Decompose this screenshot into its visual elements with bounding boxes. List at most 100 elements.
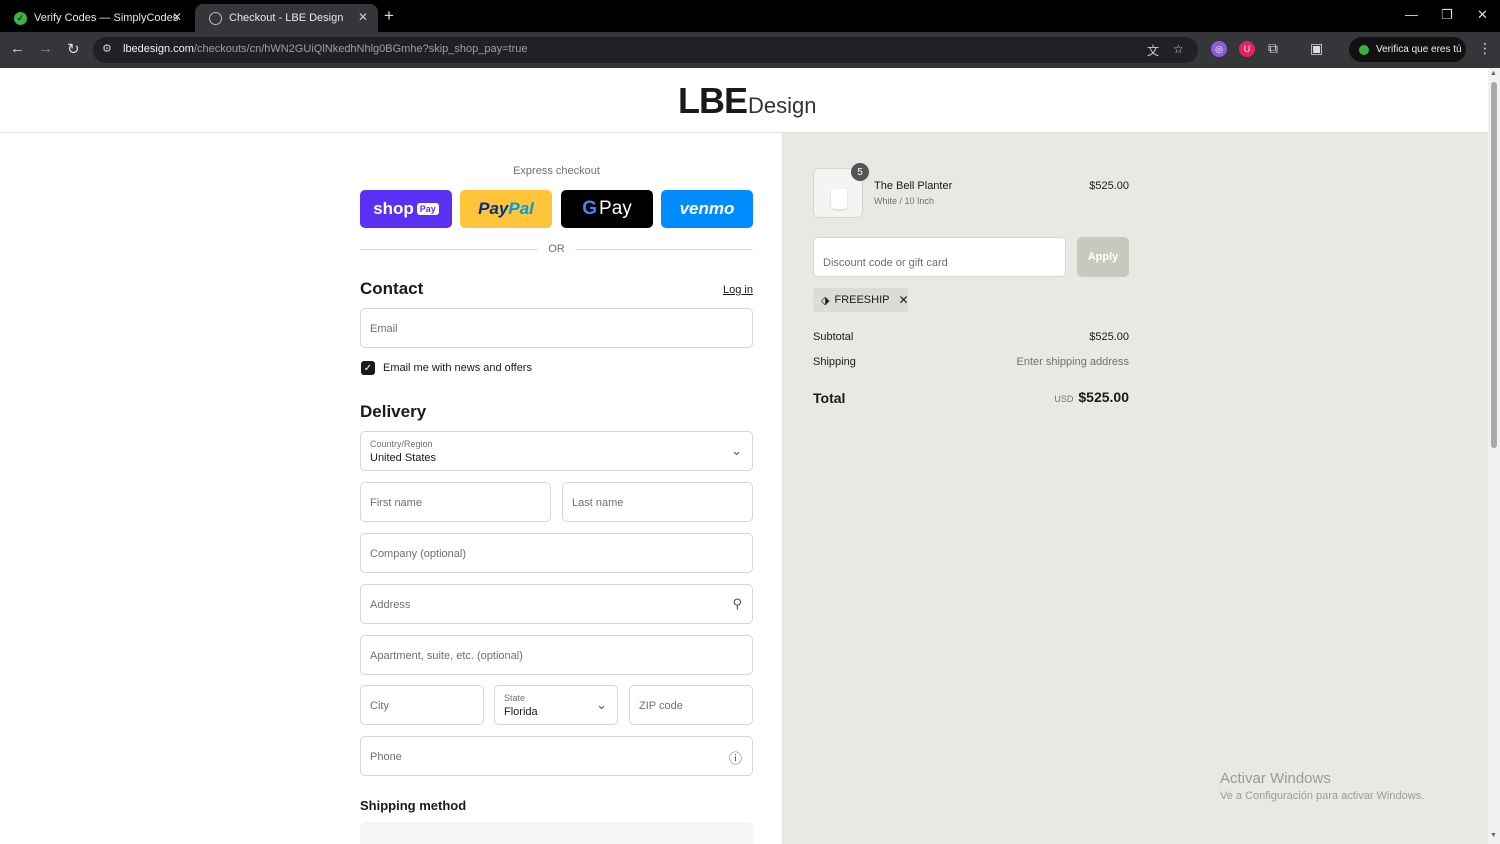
country-select[interactable]: Country/Region United States ⌄ [360, 431, 753, 471]
total-amount: $525.00 [1078, 389, 1129, 405]
city-placeholder: City [370, 700, 389, 712]
state-value: Florida [504, 706, 538, 718]
state-label: State [504, 693, 526, 703]
close-tab-icon[interactable]: ✕ [358, 10, 368, 24]
planter-image [831, 189, 847, 209]
page-scrollbar[interactable]: ▲ ▼ [1488, 68, 1500, 844]
store-header: LBE Design [0, 68, 1488, 133]
apartment-field[interactable]: Apartment, suite, etc. (optional) [360, 635, 753, 675]
or-divider-text: OR [548, 243, 565, 255]
bookmark-star-icon[interactable]: ☆ [1173, 42, 1184, 56]
total-value: USD $525.00 [960, 389, 1129, 405]
discount-placeholder: Discount code or gift card [823, 257, 948, 269]
scroll-down-icon[interactable]: ▼ [1490, 832, 1497, 839]
windows-activation-subtitle: Ve a Configuración para activar Windows. [1220, 790, 1425, 802]
close-window-icon[interactable]: ✕ [1477, 7, 1488, 23]
newsletter-label: Email me with news and offers [383, 362, 532, 374]
express-checkout-label: Express checkout [513, 165, 600, 177]
shipping-method-box [360, 822, 753, 844]
company-placeholder: Company (optional) [370, 548, 466, 560]
phone-field[interactable]: Phone ⓘ [360, 736, 753, 776]
browser-toolbar: ← → ↻ ⚙ lbedesign.com/checkouts/cn/hWN2G… [0, 32, 1500, 68]
address-field[interactable]: Address ⚲ [360, 584, 753, 624]
country-value: United States [370, 452, 437, 464]
browser-menu-icon[interactable]: ⋮ [1478, 40, 1492, 57]
chevron-down-icon: ⌄ [596, 697, 607, 712]
shipping-value: Enter shipping address [1016, 356, 1129, 368]
last-name-field[interactable]: Last name [562, 482, 753, 522]
phone-placeholder: Phone [370, 751, 402, 763]
discount-code-field[interactable]: Discount code or gift card [813, 237, 1066, 277]
tab-checkout[interactable]: Checkout - LBE Design ✕ [195, 4, 378, 32]
extensions-puzzle-icon[interactable]: ⧉ [1268, 40, 1278, 57]
extension-purple-icon[interactable]: ◎ [1211, 41, 1227, 57]
browser-tab-bar: ✓ Verify Codes — SimplyCodes ✕ Checkout … [0, 0, 1500, 32]
forward-icon[interactable]: → [38, 40, 53, 57]
first-name-field[interactable]: First name [360, 482, 551, 522]
shipping-method-heading: Shipping method [360, 798, 467, 813]
chevron-down-icon: ⌄ [731, 443, 742, 458]
newsletter-checkbox[interactable]: ✓ [361, 361, 375, 375]
address-bar[interactable]: ⚙ lbedesign.com/checkouts/cn/hWN2GUiQlNk… [93, 37, 1198, 63]
reload-icon[interactable]: ↻ [67, 40, 80, 58]
divider-left [360, 249, 538, 250]
help-circle-icon[interactable]: ⓘ [729, 748, 742, 767]
translate-icon[interactable]: ⽂ [1147, 42, 1159, 59]
zip-field[interactable]: ZIP code [629, 685, 753, 725]
site-info-icon[interactable]: ⚙ [102, 42, 112, 55]
close-tab-icon[interactable]: ✕ [172, 10, 182, 24]
scrollbar-thumb[interactable] [1491, 82, 1497, 448]
minimize-icon[interactable]: — [1405, 7, 1418, 22]
last-name-placeholder: Last name [572, 497, 624, 509]
logo-sub: Design [748, 93, 817, 118]
email-field[interactable]: Email [360, 308, 753, 348]
store-logo[interactable]: LBE Design [678, 80, 816, 122]
country-label: Country/Region [370, 439, 433, 449]
divider-right [575, 249, 753, 250]
search-icon[interactable]: ⚲ [732, 596, 742, 612]
venmo-wordmark: venmo [679, 199, 735, 218]
quantity-badge: 5 [851, 163, 869, 181]
shipping-label: Shipping [813, 356, 856, 368]
logo-main: LBE [678, 80, 748, 121]
total-currency: USD [1054, 394, 1074, 404]
profile-dot-icon [1359, 44, 1369, 55]
paypal-wordmark-a: Pay [478, 199, 509, 218]
venmo-button[interactable]: venmo [661, 190, 753, 228]
paypal-wordmark-b: Pal [508, 199, 534, 218]
extension-shield-icon[interactable]: U [1239, 41, 1255, 57]
contact-heading: Contact [360, 279, 424, 298]
tab-title: Checkout - LBE Design [229, 12, 344, 24]
simplycodes-favicon-icon: ✓ [14, 11, 27, 25]
product-variant: White / 10 Inch [874, 196, 935, 206]
google-g-icon: G [582, 198, 598, 219]
apply-button[interactable]: Apply [1077, 237, 1129, 277]
url-text[interactable]: lbedesign.com/checkouts/cn/hWN2GUiQlNked… [123, 43, 527, 55]
verify-label: Verifica que eres tú [1376, 44, 1462, 55]
state-select[interactable]: State Florida ⌄ [494, 685, 618, 725]
side-panel-icon[interactable]: ▣ [1310, 40, 1323, 57]
new-tab-icon[interactable]: + [384, 6, 394, 26]
address-placeholder: Address [370, 599, 411, 611]
first-name-placeholder: First name [370, 497, 422, 509]
zip-placeholder: ZIP code [639, 700, 683, 712]
remove-discount-icon[interactable]: ✕ [898, 293, 908, 307]
shop-pay-badge: Pay [416, 203, 439, 215]
tab-simplycodes[interactable]: ✓ Verify Codes — SimplyCodes ✕ [0, 4, 192, 32]
verify-profile-button[interactable]: Verifica que eres tú [1349, 37, 1466, 62]
shop-pay-wordmark: shop [373, 199, 414, 218]
delivery-heading: Delivery [360, 402, 427, 421]
tag-icon: ⬗ [821, 294, 830, 307]
company-field[interactable]: Company (optional) [360, 533, 753, 573]
scroll-up-icon[interactable]: ▲ [1490, 70, 1497, 77]
applied-discount-tag: ⬗ FREESHIP ✕ [813, 288, 909, 312]
shop-pay-button[interactable]: shop Pay [360, 190, 452, 228]
city-field[interactable]: City [360, 685, 484, 725]
subtotal-value: $525.00 [1089, 331, 1129, 343]
product-price: $525.00 [1089, 180, 1129, 192]
paypal-button[interactable]: Pay Pal [460, 190, 552, 228]
login-link[interactable]: Log in [723, 284, 753, 296]
back-icon[interactable]: ← [10, 40, 25, 57]
restore-icon[interactable]: ❐ [1441, 7, 1453, 23]
google-pay-button[interactable]: G Pay [561, 190, 653, 228]
